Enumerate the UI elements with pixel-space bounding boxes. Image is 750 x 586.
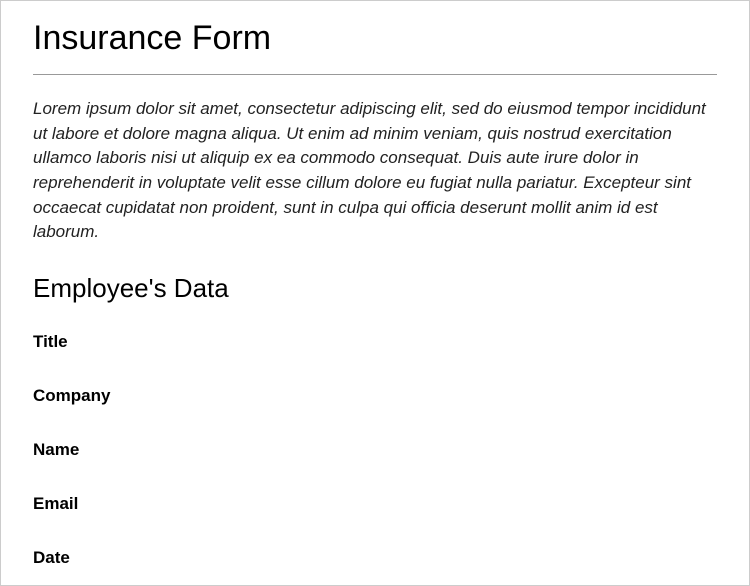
- field-label-date: Date: [33, 548, 717, 568]
- page-title: Insurance Form: [33, 19, 717, 58]
- divider: [33, 74, 717, 75]
- field-label-title: Title: [33, 332, 717, 352]
- field-label-name: Name: [33, 440, 717, 460]
- section-title-employee-data: Employee's Data: [33, 273, 717, 304]
- field-label-company: Company: [33, 386, 717, 406]
- field-label-email: Email: [33, 494, 717, 514]
- intro-text: Lorem ipsum dolor sit amet, consectetur …: [33, 97, 717, 245]
